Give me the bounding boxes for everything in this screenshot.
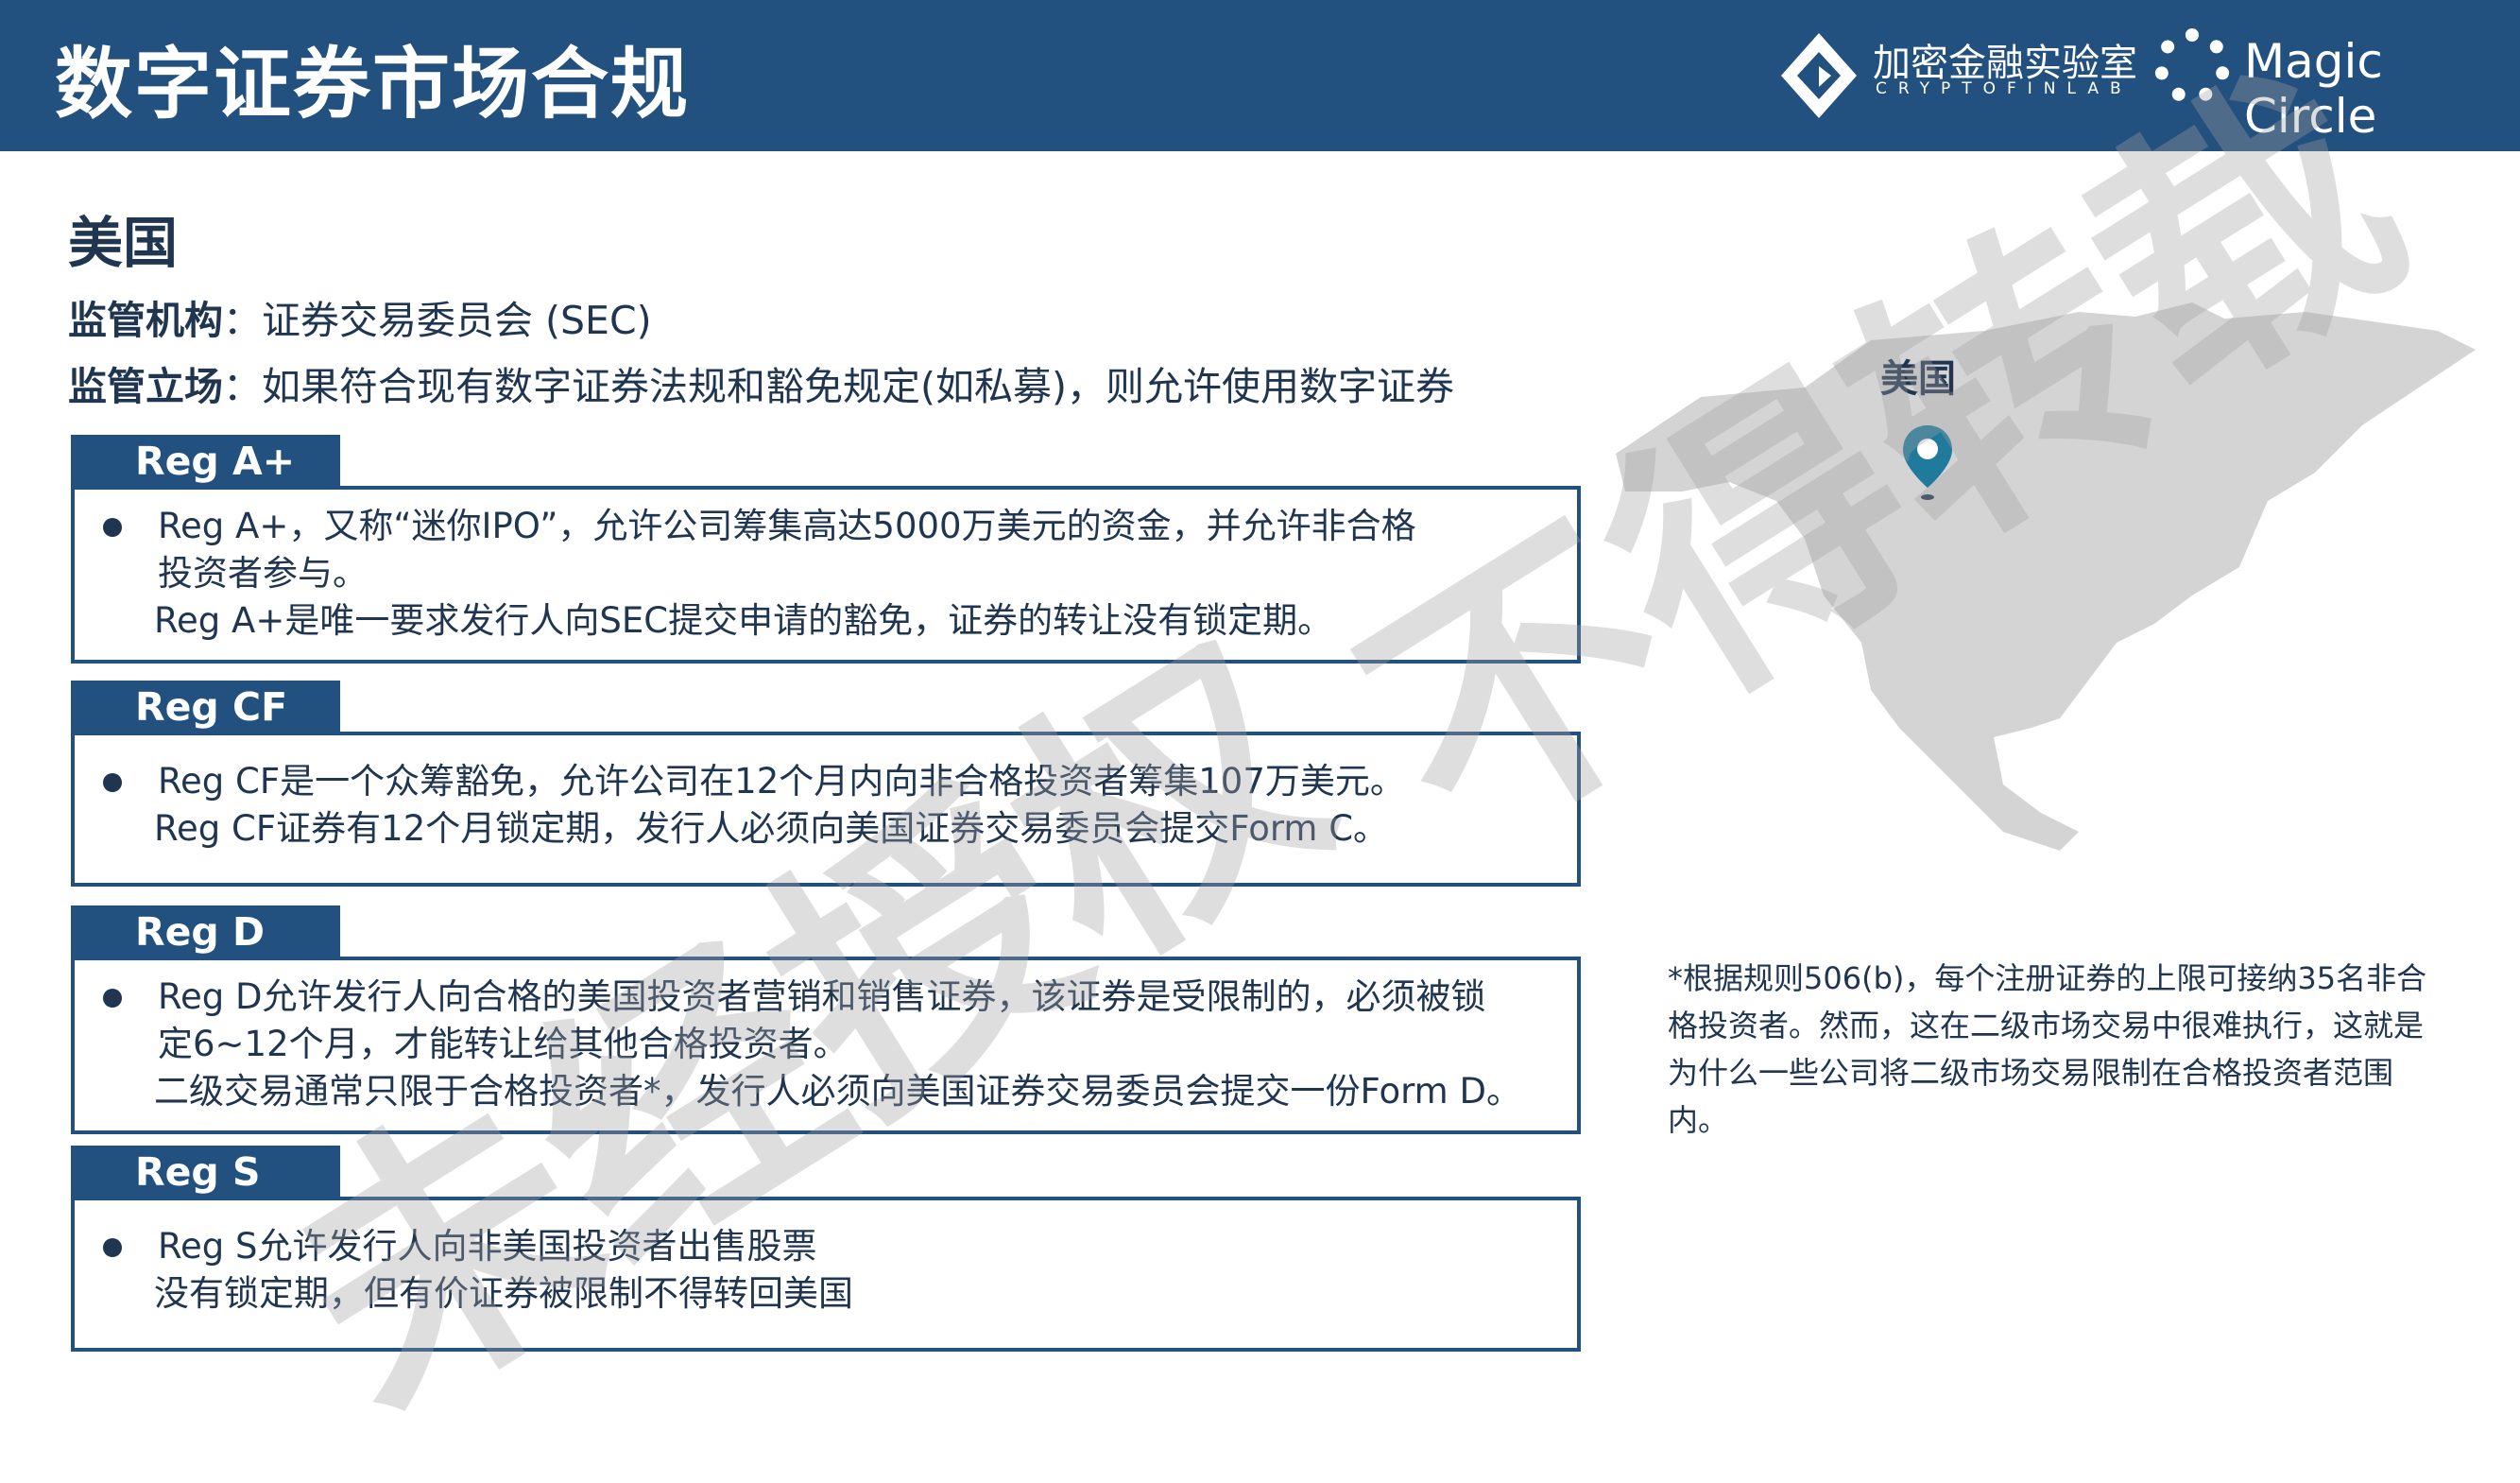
section-text: Reg A+是唯一要求发行人向SEC提交申请的豁免，证券的转让没有锁定期。: [154, 597, 1332, 645]
section-text: Reg A+，又称“迷你IPO”，允许公司筹集高达5000万美元的资金，并允许非…: [158, 503, 1416, 550]
section-text: 定6~12个月，才能转让给其他合格投资者。: [158, 1021, 849, 1068]
section-box-reg-d: Reg D允许发行人向合格的美国投资者营销和销售证券，该证券是受限制的，必须被锁…: [71, 957, 1581, 1134]
section-tab-reg-s: Reg S: [71, 1146, 340, 1198]
stance-value: ：如果符合现有数字证券法规和豁免规定(如私募)，则允许使用数字证券: [223, 364, 1454, 409]
section-text: 二级交易通常只限于合格投资者*，发行人必须向美国证券交易委员会提交一份Form …: [154, 1068, 1521, 1115]
bullet-icon: [103, 773, 122, 792]
cryptofinlab-logo-icon: [1776, 28, 1861, 123]
section-text: Reg CF证券有12个月锁定期，发行人必须向美国证券交易委员会提交Form C…: [154, 805, 1388, 853]
bullet-icon: [103, 518, 122, 537]
brand-name: Magic Circle: [2244, 34, 2520, 144]
section-box-reg-cf: Reg CF是一个众筹豁免，允许公司在12个月内向非合格投资者筹集107万美元。…: [71, 732, 1581, 887]
regulator-label: 监管机构: [68, 298, 223, 343]
bullet-icon: [103, 1238, 122, 1257]
section-tab-reg-a-plus: Reg A+: [71, 435, 340, 488]
location-pin-icon: [1901, 423, 1954, 501]
footnote: *根据规则506(b)，每个注册证券的上限可接纳35名非合格投资者。然而，这在二…: [1668, 955, 2443, 1144]
section-text: Reg D允许发行人向合格的美国投资者营销和销售证券，该证券是受限制的，必须被锁: [158, 974, 1486, 1021]
map-label-usa: 美国: [1880, 348, 1956, 403]
country-heading: 美国: [68, 198, 178, 278]
section-text: 没有锁定期，但有价证券被限制不得转回美国: [154, 1270, 853, 1318]
magic-circle-logo-icon: [2154, 28, 2230, 104]
section-box-reg-s: Reg S允许发行人向非美国投资者出售股票 没有锁定期，但有价证券被限制不得转回…: [71, 1197, 1581, 1352]
regulator-line: 监管机构：证券交易委员会 (SEC): [68, 288, 652, 345]
section-text: 投资者参与。: [158, 550, 368, 597]
section-box-reg-a-plus: Reg A+，又称“迷你IPO”，允许公司筹集高达5000万美元的资金，并允许非…: [71, 486, 1581, 664]
stance-line: 监管立场：如果符合现有数字证券法规和豁免规定(如私募)，则允许使用数字证券: [68, 354, 1454, 411]
lab-name-en: CRYPTOFINLAB: [1876, 79, 2133, 98]
page-title: 数字证券市场合规: [55, 21, 690, 133]
section-text: Reg S允许发行人向非美国投资者出售股票: [158, 1223, 817, 1270]
header-bar: 数字证券市场合规 加密金融实验室 CRYPTOFINLAB Magic Circ…: [0, 0, 2520, 151]
section-tab-reg-d: Reg D: [71, 905, 340, 958]
section-text: Reg CF是一个众筹豁免，允许公司在12个月内向非合格投资者筹集107万美元。: [158, 758, 1405, 805]
section-tab-reg-cf: Reg CF: [71, 681, 340, 733]
regulator-value: ：证券交易委员会 (SEC): [223, 298, 652, 343]
stance-label: 监管立场: [68, 364, 223, 409]
north-america-map: [1587, 284, 2494, 898]
bullet-icon: [103, 989, 122, 1008]
